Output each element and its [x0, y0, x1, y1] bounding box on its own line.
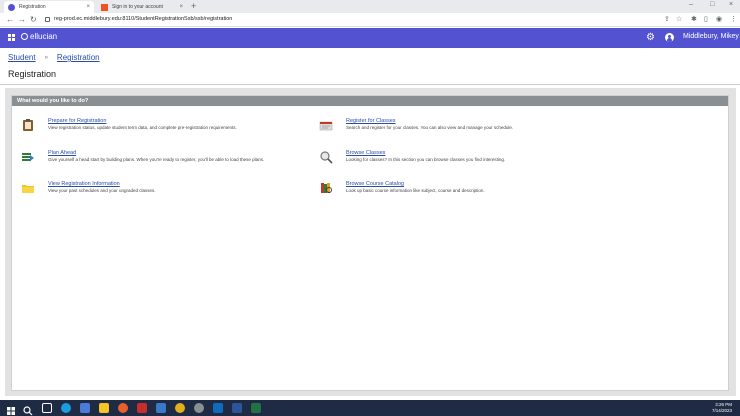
option-register-for-classes[interactable]: Register for Classes Search and register…	[319, 118, 513, 132]
url-field[interactable]: reg-prod.ec.middlebury.edu:8110/StudentR…	[54, 16, 232, 22]
menu-icon[interactable]: ⋮	[730, 15, 737, 25]
word-icon[interactable]	[232, 403, 242, 413]
user-name[interactable]: Middlebury, Mikey	[683, 33, 739, 40]
browse-classes-description: Looking for classes? In this section you…	[346, 157, 506, 162]
settings-icon[interactable]	[194, 403, 204, 413]
lock-icon[interactable]	[45, 17, 50, 22]
screen: Registration × Sign in to your account ×…	[0, 0, 740, 416]
register-for-classes-description: Search and register for your classes. Yo…	[346, 125, 514, 130]
user-avatar-icon[interactable]	[665, 33, 674, 42]
prepare-for-registration-description: View registration status, update student…	[48, 125, 237, 130]
extensions-icon[interactable]: ✱	[691, 15, 697, 25]
clipboard-icon	[21, 118, 35, 132]
file-explorer-icon[interactable]	[99, 403, 109, 413]
option-prepare-for-registration[interactable]: Prepare for Registration View registrati…	[21, 118, 237, 132]
option-view-registration-information[interactable]: View Registration Information View your …	[21, 181, 155, 195]
prepare-for-registration-link[interactable]: Prepare for Registration	[48, 118, 237, 125]
folder-icon	[21, 181, 35, 195]
tab-sign-in[interactable]: Sign in to your account ×	[97, 1, 187, 13]
breadcrumb-student[interactable]: Student	[8, 53, 36, 62]
sidebar-icon[interactable]: ▯	[704, 15, 708, 25]
windows-icon[interactable]	[6, 403, 16, 415]
register-icon	[319, 118, 333, 132]
page-title: Registration	[8, 69, 57, 79]
breadcrumb-separator: »	[44, 54, 48, 61]
firefox-icon[interactable]	[118, 403, 128, 413]
view-registration-information-link[interactable]: View Registration Information	[48, 181, 155, 188]
app-grid-icon[interactable]	[8, 34, 15, 41]
profile-icon[interactable]: ◉	[716, 15, 722, 25]
gear-icon[interactable]: ⚙	[646, 32, 655, 43]
plan-ahead-description: Give yourself a head start by building p…	[48, 157, 265, 162]
new-tab-button[interactable]: +	[191, 1, 196, 12]
option-browse-classes[interactable]: Browse Classes Looking for classes? In t…	[319, 150, 505, 164]
options-panel: What would you like to do? Prepare for R…	[11, 95, 729, 391]
plan-ahead-link[interactable]: Plan Ahead	[48, 150, 264, 157]
close-tab-icon[interactable]: ×	[179, 4, 183, 10]
reload-icon[interactable]: ↻	[30, 14, 37, 26]
plan-icon	[21, 150, 35, 164]
browse-course-catalog-link[interactable]: Browse Course Catalog	[346, 181, 485, 188]
breadcrumb-registration[interactable]: Registration	[57, 53, 100, 62]
ellucian-favicon-icon	[8, 3, 15, 11]
app-icon[interactable]	[137, 403, 147, 413]
breadcrumb: Student » Registration	[8, 53, 100, 62]
app-header: ellucian ⚙ Middlebury, Mikey	[0, 28, 740, 48]
browse-course-catalog-description: Look up basic course information like su…	[346, 188, 485, 193]
option-plan-ahead[interactable]: Plan Ahead Give yourself a head start by…	[21, 150, 264, 164]
system-clock[interactable]: 3:26 PM 7/14/2023	[712, 402, 732, 414]
excel-icon[interactable]	[251, 403, 261, 413]
outlook-icon[interactable]	[213, 403, 223, 413]
minimize-icon[interactable]: –	[689, 1, 693, 8]
widgets-icon[interactable]	[80, 403, 90, 413]
browse-classes-link[interactable]: Browse Classes	[346, 150, 505, 157]
option-browse-course-catalog[interactable]: Browse Course Catalog Look up basic cour…	[319, 181, 485, 195]
browser-tab-strip: Registration × Sign in to your account ×…	[0, 0, 740, 13]
catalog-icon	[319, 181, 333, 195]
ellucian-logo[interactable]: ellucian	[21, 32, 57, 41]
divider	[0, 84, 740, 85]
address-bar-row: ← → ↻ reg-prod.ec.middlebury.edu:8110/St…	[0, 13, 740, 27]
chrome-icon[interactable]	[175, 403, 185, 413]
tab-registration[interactable]: Registration ×	[4, 1, 94, 13]
edge-icon[interactable]	[61, 403, 71, 413]
close-tab-icon[interactable]: ×	[86, 4, 90, 10]
back-icon[interactable]: ←	[6, 14, 14, 26]
taskview-icon[interactable]	[42, 403, 52, 413]
windows-taskbar: 3:26 PM 7/14/2023	[0, 400, 740, 416]
brand-name: ellucian	[30, 32, 58, 41]
maximize-icon[interactable]: □	[710, 1, 714, 8]
microsoft-favicon-icon	[101, 3, 108, 11]
share-icon[interactable]: ⇪	[664, 15, 670, 25]
register-for-classes-link[interactable]: Register for Classes	[346, 118, 513, 125]
close-window-icon[interactable]: ×	[729, 1, 733, 8]
clock-date: 7/14/2023	[712, 408, 733, 413]
view-registration-information-description: View your past schedules and your ungrad…	[48, 188, 156, 193]
app-icon-2[interactable]	[156, 403, 166, 413]
ellucian-mark-icon	[21, 33, 28, 40]
panel-heading: What would you like to do?	[12, 96, 728, 106]
search-icon[interactable]	[23, 403, 33, 416]
magnifier-icon	[319, 150, 333, 164]
forward-icon[interactable]: →	[18, 14, 26, 26]
star-icon[interactable]: ☆	[676, 15, 682, 25]
